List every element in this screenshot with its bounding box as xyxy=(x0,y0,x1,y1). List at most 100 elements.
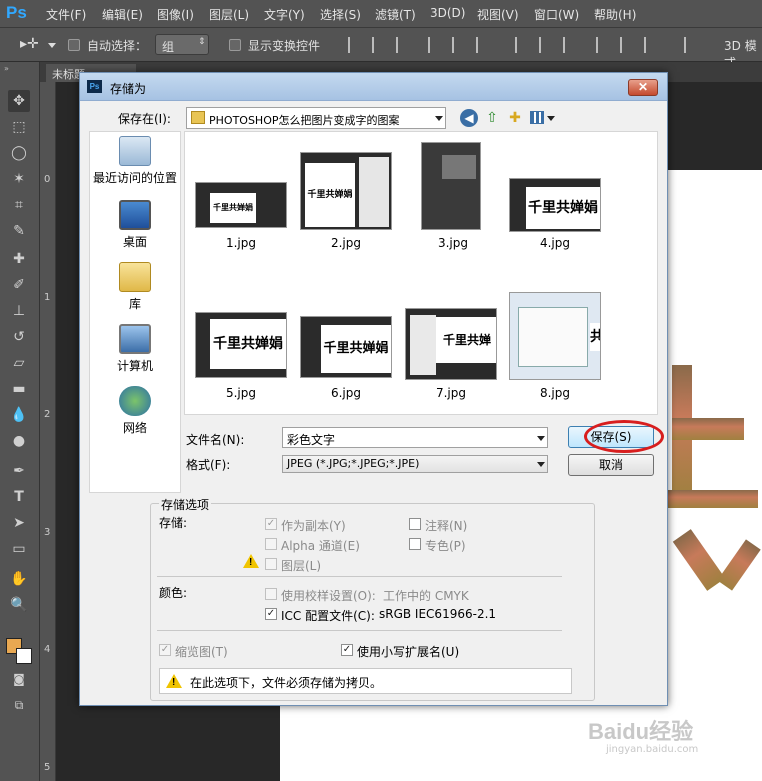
artwork-stroke xyxy=(668,490,758,508)
warning-mark: ! xyxy=(249,557,253,568)
quick-mask-icon[interactable]: ◙ xyxy=(8,668,30,690)
distribute-top-icon[interactable] xyxy=(515,37,529,53)
auto-select-checkbox[interactable] xyxy=(68,39,80,51)
clone-stamp-tool-icon[interactable]: ⊥ xyxy=(8,300,30,322)
blur-tool-icon[interactable]: 💧 xyxy=(8,404,30,426)
tools-panel: » ✥ ⬚ ◯ ✶ ⌗ ✎ ✚ ✐ ⊥ ↺ ▱ ▬ 💧 ● ✒ T ➤ ▭ ✋ … xyxy=(0,62,40,781)
use-proof-checkbox[interactable] xyxy=(265,588,277,600)
menu-window[interactable]: 窗口(W) xyxy=(534,6,579,23)
highlight-circle xyxy=(584,420,664,453)
eraser-tool-icon[interactable]: ▱ xyxy=(8,352,30,374)
menu-select[interactable]: 选择(S) xyxy=(320,6,361,23)
file-item[interactable]: 千里共婵娟 4.jpg xyxy=(509,152,601,250)
file-thumbnail: 共 xyxy=(509,292,601,380)
pen-tool-icon[interactable]: ✒ xyxy=(8,460,30,482)
gradient-tool-icon[interactable]: ▬ xyxy=(8,378,30,400)
filename-input[interactable]: 彩色文字 xyxy=(282,427,548,448)
show-transform-checkbox[interactable] xyxy=(229,39,241,51)
file-item[interactable]: 千里共婵娟 5.jpg xyxy=(195,302,287,400)
distribute-vcenter-icon[interactable] xyxy=(539,37,553,53)
eyedropper-tool-icon[interactable]: ✎ xyxy=(8,220,30,242)
history-brush-tool-icon[interactable]: ↺ xyxy=(8,326,30,348)
auto-select-label: 自动选择： xyxy=(87,39,148,53)
as-copy-checkbox[interactable]: ✓ xyxy=(265,518,277,530)
file-item[interactable]: 3.jpg xyxy=(407,142,499,250)
path-selection-tool-icon[interactable]: ➤ xyxy=(8,512,30,534)
place-libraries[interactable]: 库 xyxy=(90,262,180,312)
ruler-number: 5 xyxy=(44,762,51,773)
place-desktop[interactable]: 桌面 xyxy=(90,200,180,250)
align-right-icon[interactable] xyxy=(476,37,490,53)
view-menu-arrow-icon[interactable] xyxy=(547,116,555,121)
menu-help[interactable]: 帮助(H) xyxy=(594,6,636,23)
file-item[interactable]: 千里共婵娟 2.jpg xyxy=(300,152,392,250)
rectangle-tool-icon[interactable]: ▭ xyxy=(8,538,30,560)
close-button[interactable]: ✕ xyxy=(628,79,658,96)
save-in-dropdown[interactable]: PHOTOSHOP怎么把图片变成字的图案 xyxy=(186,107,446,129)
magic-wand-tool-icon[interactable]: ✶ xyxy=(8,168,30,190)
place-computer[interactable]: 计算机 xyxy=(90,324,180,374)
distribute-hcenter-icon[interactable] xyxy=(620,37,634,53)
desktop-icon xyxy=(119,200,151,230)
panel-collapse-icon[interactable]: » xyxy=(4,64,9,73)
dodge-tool-icon[interactable]: ● xyxy=(8,430,30,452)
align-left-icon[interactable] xyxy=(428,37,442,53)
lasso-tool-icon[interactable]: ◯ xyxy=(8,142,30,164)
icc-profile-checkbox[interactable]: ✓ xyxy=(265,608,277,620)
cancel-button[interactable]: 取消 xyxy=(568,454,654,476)
file-item[interactable]: 千里共婵娟 1.jpg xyxy=(195,152,287,250)
menu-image[interactable]: 图像(I) xyxy=(157,6,194,23)
type-tool-icon[interactable]: T xyxy=(8,486,30,508)
move-tool-icon[interactable]: ▸✛ xyxy=(20,36,39,52)
hand-tool-icon[interactable]: ✋ xyxy=(8,568,30,590)
format-dropdown[interactable]: JPEG (*.JPG;*.JPEG;*.JPE) xyxy=(282,455,548,473)
file-item[interactable]: 共 8.jpg xyxy=(509,292,601,400)
up-folder-icon[interactable]: ⇧ xyxy=(483,109,501,127)
menu-layer[interactable]: 图层(L) xyxy=(209,6,249,23)
place-network[interactable]: 网络 xyxy=(90,386,180,436)
align-vcenter-icon[interactable] xyxy=(372,37,386,53)
chevron-down-icon xyxy=(435,116,443,121)
alpha-channels-label: Alpha 通道(E) xyxy=(281,539,360,553)
zoom-tool-icon[interactable]: 🔍 xyxy=(8,594,30,616)
move-tool-icon[interactable]: ✥ xyxy=(8,90,30,112)
file-thumbnail: 千里共婵娟 xyxy=(300,152,392,230)
menu-file[interactable]: 文件(F) xyxy=(46,6,86,23)
alpha-channels-checkbox[interactable] xyxy=(265,538,277,550)
chevron-down-icon[interactable] xyxy=(537,436,545,441)
menu-filter[interactable]: 滤镜(T) xyxy=(375,6,416,23)
auto-select-dropdown[interactable]: 组 ⇕ xyxy=(155,34,209,55)
marquee-tool-icon[interactable]: ⬚ xyxy=(8,116,30,138)
align-bottom-icon[interactable] xyxy=(396,37,410,53)
align-top-icon[interactable] xyxy=(348,37,362,53)
menu-type[interactable]: 文字(Y) xyxy=(264,6,305,23)
lowercase-extension-checkbox[interactable]: ✓ xyxy=(341,644,353,656)
brush-tool-icon[interactable]: ✐ xyxy=(8,274,30,296)
lowercase-extension-label: 使用小写扩展名(U) xyxy=(357,645,460,659)
align-hcenter-icon[interactable] xyxy=(452,37,466,53)
healing-brush-tool-icon[interactable]: ✚ xyxy=(8,248,30,270)
menu-view[interactable]: 视图(V) xyxy=(477,6,519,23)
view-menu-icon[interactable] xyxy=(530,111,544,124)
background-color-swatch[interactable] xyxy=(16,648,32,664)
menu-3d[interactable]: 3D(D) xyxy=(430,6,465,20)
place-recent[interactable]: 最近访问的位置 xyxy=(90,136,180,186)
screen-mode-icon[interactable]: ⧉ xyxy=(8,694,30,716)
thumbnail-checkbox[interactable]: ✓ xyxy=(159,644,171,656)
distribute-right-icon[interactable] xyxy=(644,37,658,53)
file-name: 8.jpg xyxy=(539,386,571,400)
tool-preset-arrow-icon[interactable] xyxy=(48,43,56,48)
notes-checkbox[interactable] xyxy=(409,518,421,530)
spot-colors-checkbox[interactable] xyxy=(409,538,421,550)
crop-tool-icon[interactable]: ⌗ xyxy=(8,194,30,216)
file-item[interactable]: 千里共婵娟 6.jpg xyxy=(300,302,392,400)
auto-align-icon[interactable] xyxy=(684,37,698,53)
new-folder-icon[interactable]: ✚ xyxy=(506,109,524,127)
file-item[interactable]: 千里共婵 7.jpg xyxy=(405,302,497,400)
back-icon[interactable]: ◀ xyxy=(460,109,478,127)
thumbnail-text: 千里共婵娟 xyxy=(305,163,355,227)
menu-edit[interactable]: 编辑(E) xyxy=(102,6,143,23)
distribute-bottom-icon[interactable] xyxy=(563,37,577,53)
layers-checkbox[interactable] xyxy=(265,558,277,570)
distribute-left-icon[interactable] xyxy=(596,37,610,53)
